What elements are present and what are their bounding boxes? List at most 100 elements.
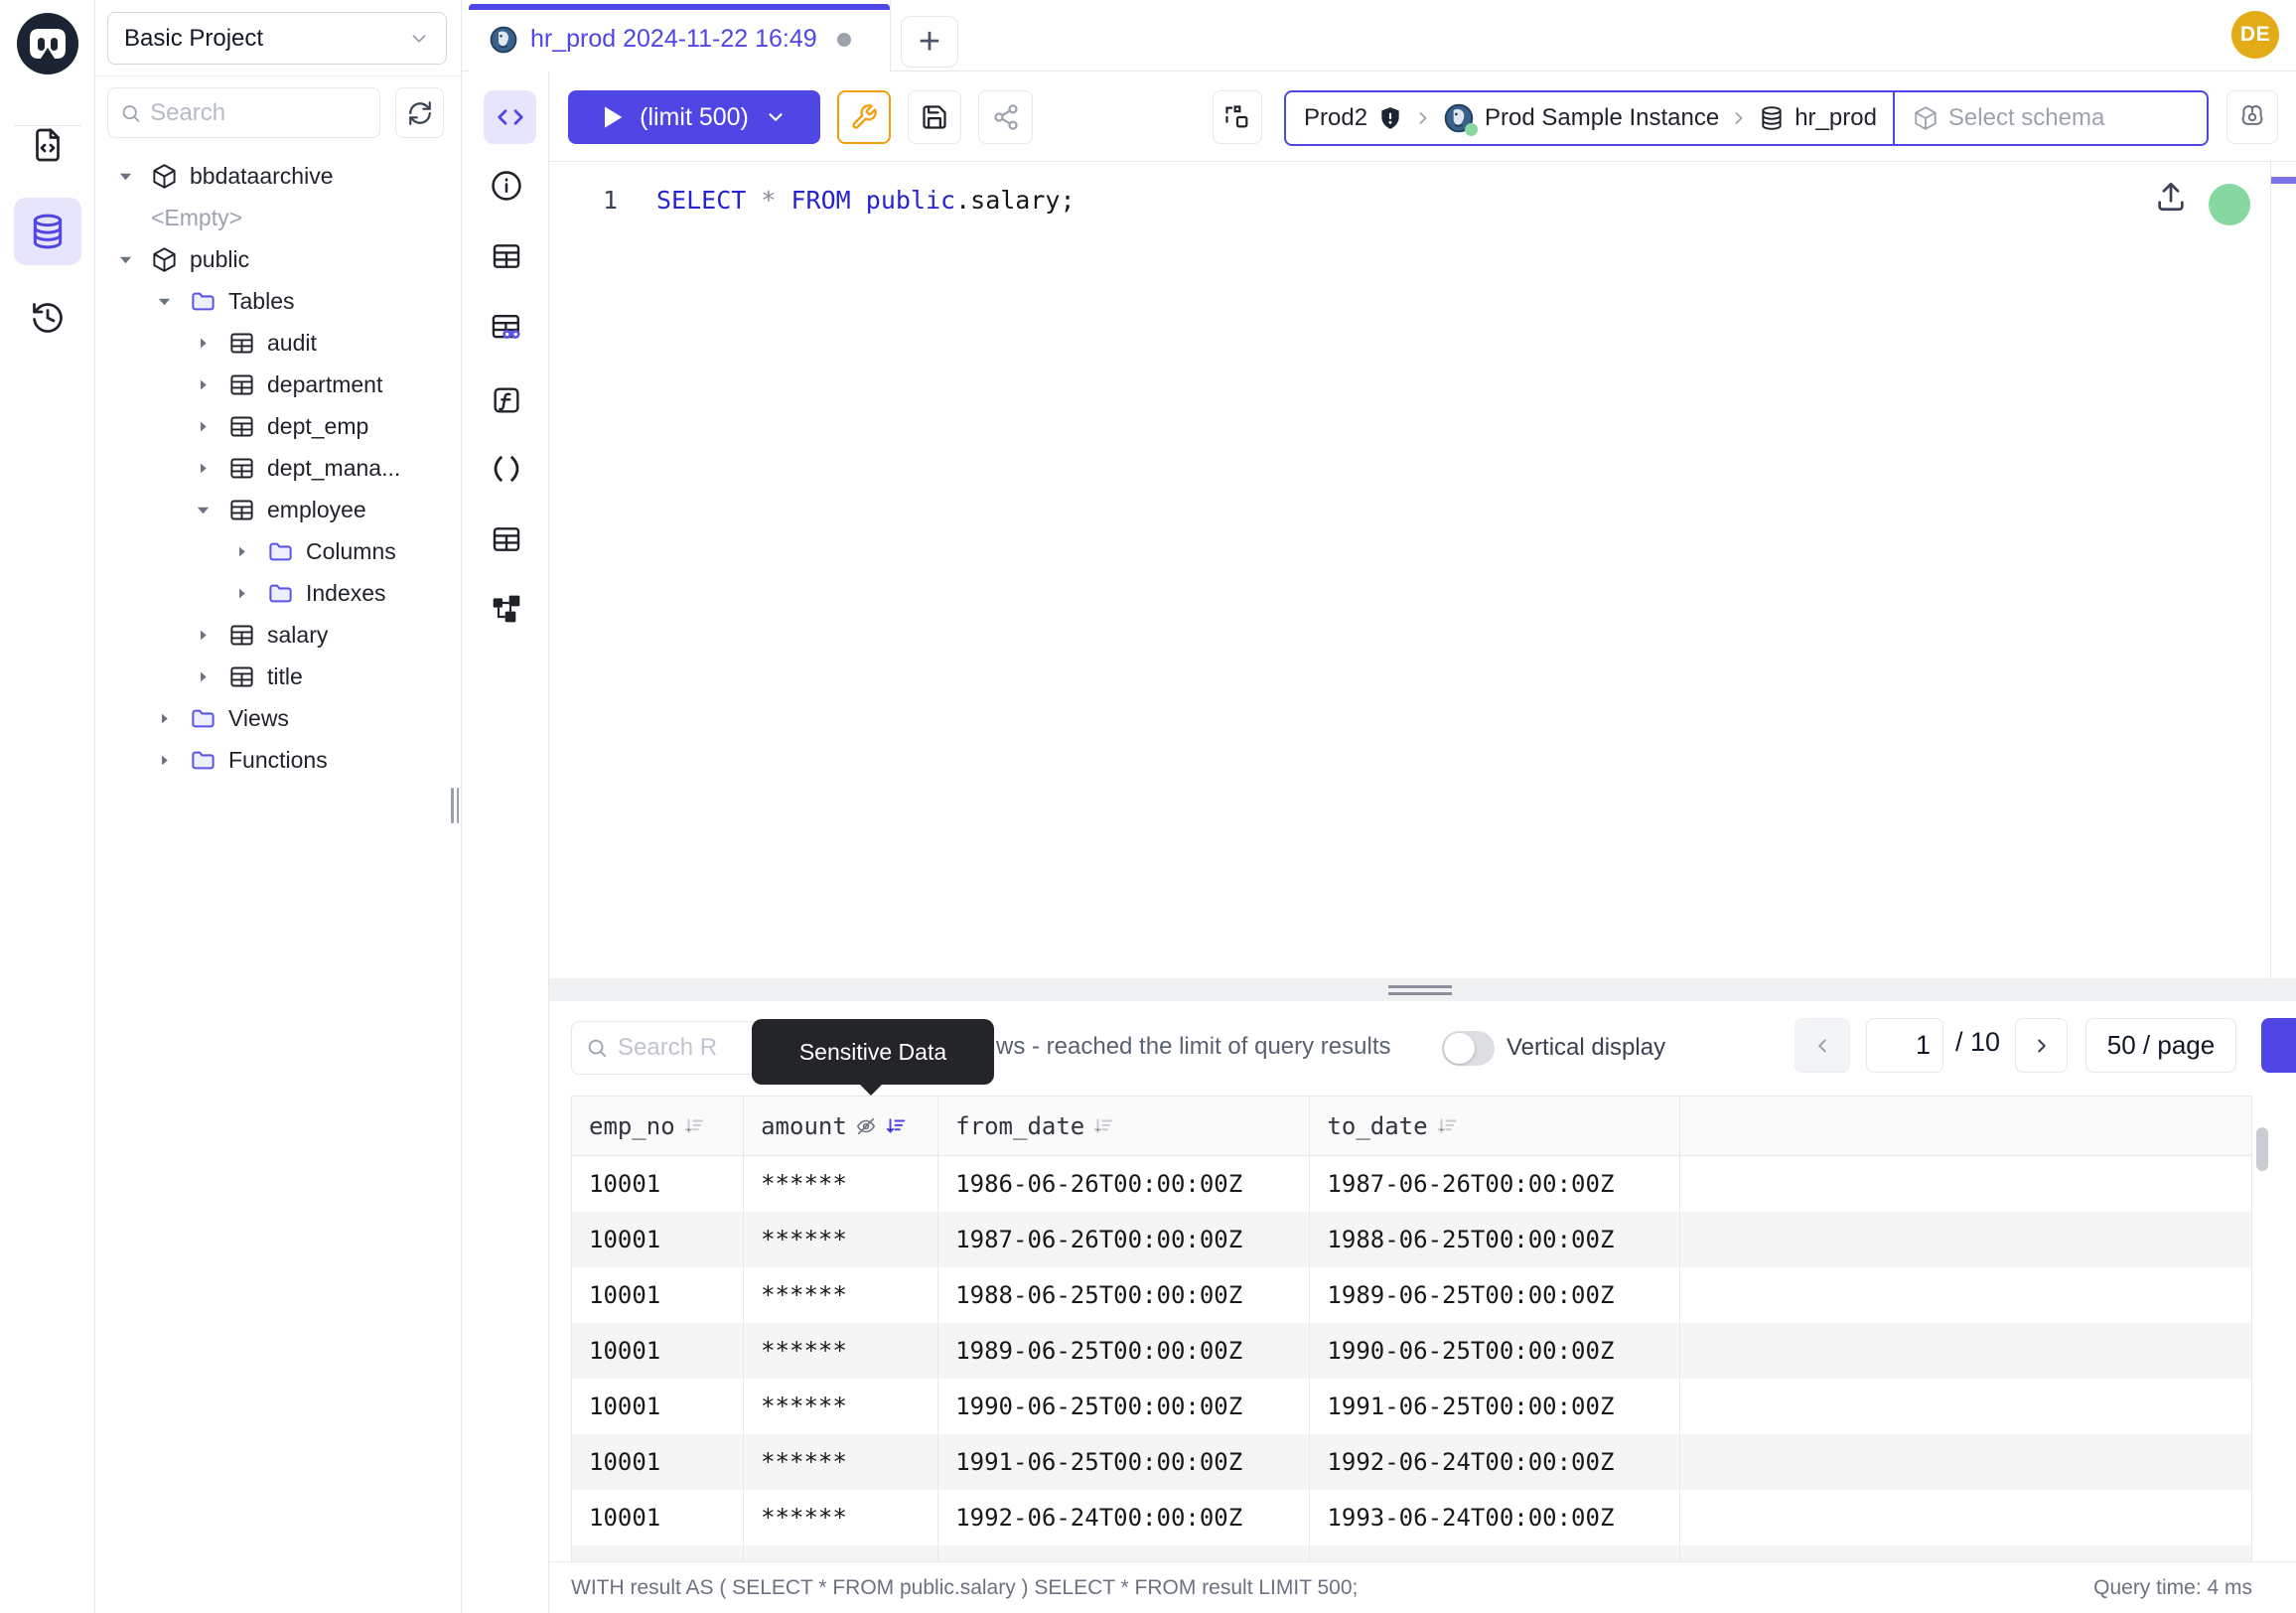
tree-item-dept-manager[interactable]: dept_mana... <box>95 447 461 489</box>
tree-item-tables[interactable]: Tables <box>95 280 461 322</box>
tree-item-department[interactable]: department <box>95 364 461 405</box>
export-button[interactable] <box>2261 1018 2296 1073</box>
table-icon <box>491 240 522 272</box>
connection-breadcrumb[interactable]: Prod2 Prod S <box>1284 90 2209 146</box>
project-selector[interactable]: Basic Project <box>107 12 447 65</box>
table-row[interactable]: 10001******1988-06-25T00:00:00Z1989-06-2… <box>572 1267 2252 1323</box>
table-icon <box>228 371 255 398</box>
next-page-button[interactable] <box>2015 1018 2068 1073</box>
page-number-input[interactable] <box>1866 1018 1943 1073</box>
sort-icon[interactable] <box>683 1115 705 1137</box>
bytebase-logo[interactable] <box>16 12 79 75</box>
caret-right-icon[interactable] <box>195 337 211 350</box>
sidebar-item-databases[interactable] <box>14 198 81 265</box>
tree-item-salary[interactable]: salary <box>95 614 461 656</box>
masked-data-panel-button[interactable] <box>488 309 525 347</box>
select-schema-button[interactable]: Select schema <box>1893 92 2207 144</box>
instance-label: Prod Sample Instance <box>1485 104 1719 132</box>
sql-code: SELECT * FROM public.salary; <box>618 186 1076 215</box>
caret-right-icon[interactable] <box>195 420 211 433</box>
tree-item-functions[interactable]: Functions <box>95 739 461 781</box>
table-row[interactable]: 10001******1986-06-26T00:00:00Z1987-06-2… <box>572 1156 2252 1212</box>
tree-item-columns[interactable]: Columns <box>95 530 461 572</box>
chevron-right-icon <box>2031 1035 2053 1057</box>
tree-item-indexes[interactable]: Indexes <box>95 572 461 614</box>
tree-item-label: Functions <box>228 747 328 774</box>
caret-down-icon[interactable] <box>117 169 133 184</box>
schema-cube-icon <box>151 163 178 190</box>
sort-desc-active-icon[interactable] <box>885 1115 907 1137</box>
table-icon <box>228 413 255 440</box>
tree-item-title[interactable]: title <box>95 656 461 697</box>
upload-sql-button[interactable] <box>2154 179 2188 215</box>
tree-item-employee[interactable]: employee <box>95 489 461 530</box>
batch-query-button[interactable] <box>1213 90 1262 144</box>
table-row[interactable]: 10001******1990-06-25T00:00:00Z1991-06-2… <box>572 1379 2252 1434</box>
caret-right-icon[interactable] <box>195 462 211 475</box>
page-size-select[interactable]: 50 / page <box>2085 1018 2236 1073</box>
tree-item-audit[interactable]: audit <box>95 322 461 364</box>
column-header-to-date[interactable]: to_date <box>1310 1097 1679 1156</box>
sort-icon[interactable] <box>1092 1115 1114 1137</box>
caret-right-icon[interactable] <box>156 712 172 725</box>
code-panel-toggle[interactable] <box>484 90 536 144</box>
tree-item-bbdataarchive[interactable]: bbdataarchive <box>95 155 461 197</box>
ai-assistant-button[interactable] <box>2226 90 2278 144</box>
tree-item-dept-emp[interactable]: dept_emp <box>95 405 461 447</box>
sql-editor[interactable]: 1 SELECT * FROM public.salary; <box>549 162 2296 978</box>
run-query-button[interactable]: (limit 500) <box>568 90 820 144</box>
schema-diagram-panel-button[interactable] <box>488 590 525 628</box>
caret-down-icon[interactable] <box>117 252 133 267</box>
code-icon <box>496 102 525 132</box>
sort-icon[interactable] <box>1436 1115 1458 1137</box>
caret-right-icon[interactable] <box>195 670 211 683</box>
share-button[interactable] <box>978 90 1033 144</box>
code-line-1[interactable]: 1 SELECT * FROM public.salary; <box>549 176 2296 223</box>
add-tab-button[interactable]: + <box>901 16 958 68</box>
column-header-amount[interactable]: amount <box>744 1097 938 1156</box>
select-schema-label: Select schema <box>1948 104 2104 132</box>
sidebar-search-box <box>107 87 380 138</box>
function-icon <box>491 384 522 416</box>
vertical-display-toggle[interactable] <box>1442 1031 1495 1066</box>
sidebar-resize-handle[interactable] <box>451 788 459 823</box>
scroll-indicator <box>2271 177 2296 184</box>
tab-hr-prod[interactable]: hr_prod 2024-11-22 16:49 <box>469 0 891 73</box>
caret-down-icon[interactable] <box>156 294 172 309</box>
table-scrollbar[interactable] <box>2256 1127 2268 1171</box>
table-row[interactable]: 10001******1992-06-24T00:00:00Z1993-06-2… <box>572 1490 2252 1545</box>
breadcrumb-instance[interactable]: Prod Sample Instance <box>1443 102 1719 134</box>
refresh-button[interactable] <box>395 87 444 138</box>
panel-resize-divider[interactable] <box>549 978 2296 1001</box>
table-row[interactable]: 10001******1991-06-25T00:00:00Z1992-06-2… <box>572 1434 2252 1490</box>
breadcrumb-environment[interactable]: Prod2 <box>1304 104 1403 132</box>
sidebar-item-worksheets[interactable] <box>14 111 81 179</box>
tree-item-views[interactable]: Views <box>95 697 461 739</box>
table-row[interactable]: 10001******1987-06-26T00:00:00Z1988-06-2… <box>572 1212 2252 1267</box>
tree-item-public[interactable]: public <box>95 238 461 280</box>
sidebar-item-history[interactable] <box>14 284 81 352</box>
caret-right-icon[interactable] <box>233 545 249 558</box>
caret-down-icon[interactable] <box>195 503 211 517</box>
procedures-panel-button[interactable] <box>488 450 525 488</box>
breadcrumb-database[interactable]: hr_prod <box>1759 104 1877 132</box>
query-settings-button[interactable] <box>837 90 891 144</box>
caret-right-icon[interactable] <box>156 754 172 767</box>
tables-panel-button[interactable] <box>488 237 525 275</box>
caret-right-icon[interactable] <box>195 378 211 391</box>
column-header-emp-no[interactable]: emp_no <box>572 1097 744 1156</box>
column-header-from-date[interactable]: from_date <box>938 1097 1310 1156</box>
sidebar-search-input[interactable] <box>150 99 367 127</box>
caret-right-icon[interactable] <box>233 587 249 600</box>
user-avatar[interactable]: DE <box>2231 11 2279 59</box>
table-row[interactable]: 10001******1989-06-25T00:00:00Z1990-06-2… <box>572 1323 2252 1379</box>
info-panel-button[interactable] <box>488 167 525 205</box>
table-icon <box>228 455 255 482</box>
external-tables-panel-button[interactable] <box>488 520 525 558</box>
results-table: emp_no amount from_date to_date 10001***… <box>571 1096 2252 1569</box>
editor-scrollbar[interactable] <box>2270 162 2296 978</box>
prev-page-button[interactable] <box>1794 1018 1850 1073</box>
functions-panel-button[interactable] <box>488 381 525 419</box>
save-button[interactable] <box>908 90 961 144</box>
caret-right-icon[interactable] <box>195 629 211 642</box>
